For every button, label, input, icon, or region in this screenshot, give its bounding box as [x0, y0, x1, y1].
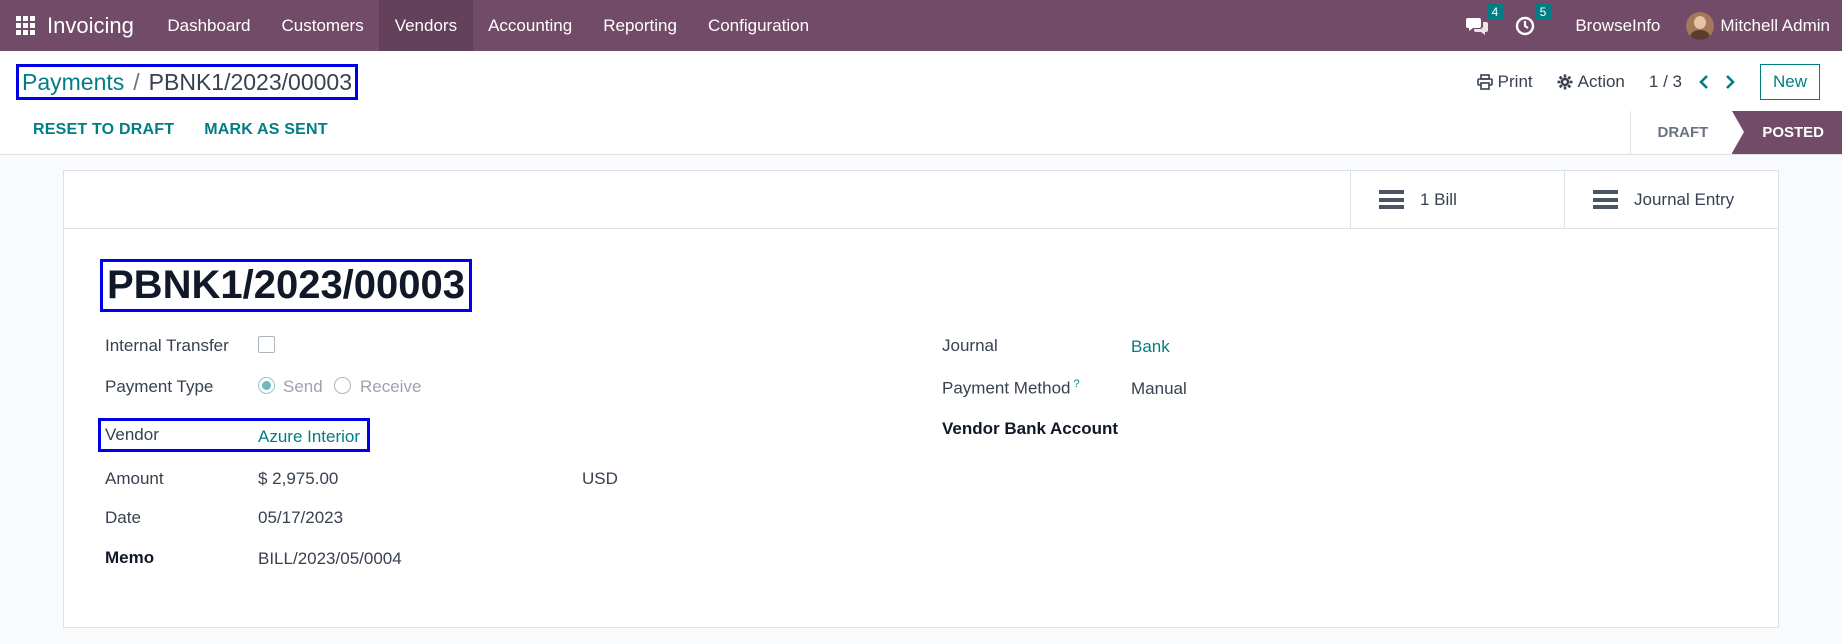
mark-as-sent-button[interactable]: MARK AS SENT	[204, 121, 328, 139]
list-icon	[1593, 190, 1618, 209]
gear-icon	[1557, 74, 1573, 90]
payment-type-send-radio[interactable]	[258, 377, 275, 394]
form-actions: RESET TO DRAFT MARK AS SENT	[33, 121, 358, 139]
status-posted[interactable]: POSTED	[1732, 111, 1842, 154]
payment-type-receive-radio[interactable]	[334, 377, 351, 394]
record-title: PBNK1/2023/00003	[100, 259, 473, 312]
apps-grid-icon[interactable]	[16, 16, 35, 35]
vendor-bank-account-label: Vendor Bank Account	[942, 419, 1119, 438]
journal-entry-smart-button-label: Journal Entry	[1634, 189, 1735, 209]
bill-smart-button[interactable]: 1 Bill	[1350, 171, 1564, 228]
list-icon	[1379, 190, 1404, 209]
memo-value[interactable]: BILL/2023/05/0004	[258, 549, 402, 569]
currency-value[interactable]: USD	[582, 469, 618, 489]
pager-previous-icon[interactable]	[1698, 74, 1710, 90]
user-avatar[interactable]	[1686, 11, 1715, 40]
new-button[interactable]: New	[1759, 64, 1820, 100]
breadcrumb-separator: /	[133, 68, 140, 95]
bill-smart-button-label: 1 Bill	[1420, 189, 1457, 209]
journal-entry-smart-button[interactable]: Journal Entry	[1564, 171, 1780, 228]
payment-method-value[interactable]: Manual	[1131, 379, 1187, 399]
breadcrumb: Payments / PBNK1/2023/00003	[16, 64, 358, 100]
amount-label: Amount	[105, 469, 164, 488]
menu-dashboard[interactable]: Dashboard	[152, 0, 266, 51]
action-label: Action	[1577, 72, 1625, 91]
vendor-label: Vendor	[105, 425, 159, 444]
memo-label: Memo	[105, 548, 155, 567]
company-switcher[interactable]: BrowseInfo	[1575, 16, 1660, 36]
journal-label: Journal	[942, 336, 998, 355]
payment-type-receive-label: Receive	[360, 377, 422, 396]
clock-icon	[1516, 16, 1535, 35]
journal-link[interactable]: Bank	[1131, 337, 1170, 357]
payment-type-send-label: Send	[283, 377, 323, 396]
internal-transfer-label: Internal Transfer	[105, 336, 229, 355]
date-label: Date	[105, 508, 141, 527]
menu-reporting[interactable]: Reporting	[588, 0, 693, 51]
amount-value[interactable]: $ 2,975.00	[258, 469, 338, 489]
menu-customers[interactable]: Customers	[266, 0, 379, 51]
control-panel: Payments / PBNK1/2023/00003 Print Action…	[0, 51, 1842, 155]
payment-type-label: Payment Type	[105, 377, 214, 396]
vendor-link[interactable]: Azure Interior	[258, 427, 360, 447]
menu-configuration[interactable]: Configuration	[692, 0, 824, 51]
help-tooltip-icon[interactable]: ?	[1074, 378, 1080, 390]
status-draft[interactable]: DRAFT	[1630, 111, 1733, 154]
messages-icon[interactable]: 4	[1465, 3, 1504, 38]
user-menu[interactable]: Mitchell Admin	[1720, 16, 1830, 36]
reset-to-draft-button[interactable]: RESET TO DRAFT	[33, 121, 174, 139]
pager-value[interactable]: 1 / 3	[1649, 72, 1682, 92]
menu-accounting[interactable]: Accounting	[473, 0, 588, 51]
print-icon	[1476, 74, 1493, 90]
app-name[interactable]: Invoicing	[47, 13, 134, 39]
status-bar: DRAFT POSTED	[1630, 111, 1842, 154]
chat-bubbles-icon	[1466, 17, 1489, 35]
activities-badge: 5	[1534, 3, 1552, 20]
messages-badge: 4	[1486, 3, 1504, 20]
top-navbar: Invoicing Dashboard Customers Vendors Ac…	[0, 0, 1842, 51]
date-value[interactable]: 05/17/2023	[258, 508, 343, 528]
payment-method-label: Payment Method?	[942, 378, 1080, 399]
menu-vendors[interactable]: Vendors	[379, 0, 473, 51]
print-button[interactable]: Print	[1476, 72, 1533, 92]
pager-next-icon[interactable]	[1724, 74, 1736, 90]
activities-icon[interactable]: 5	[1513, 3, 1552, 38]
action-button[interactable]: Action	[1557, 72, 1625, 92]
breadcrumb-payments-link[interactable]: Payments	[22, 69, 124, 96]
print-label: Print	[1497, 72, 1533, 91]
internal-transfer-checkbox[interactable]	[258, 336, 275, 353]
payment-method-label-text: Payment Method	[942, 378, 1071, 398]
smart-button-box: 1 Bill Journal Entry	[64, 171, 1778, 229]
breadcrumb-current: PBNK1/2023/00003	[148, 68, 352, 95]
